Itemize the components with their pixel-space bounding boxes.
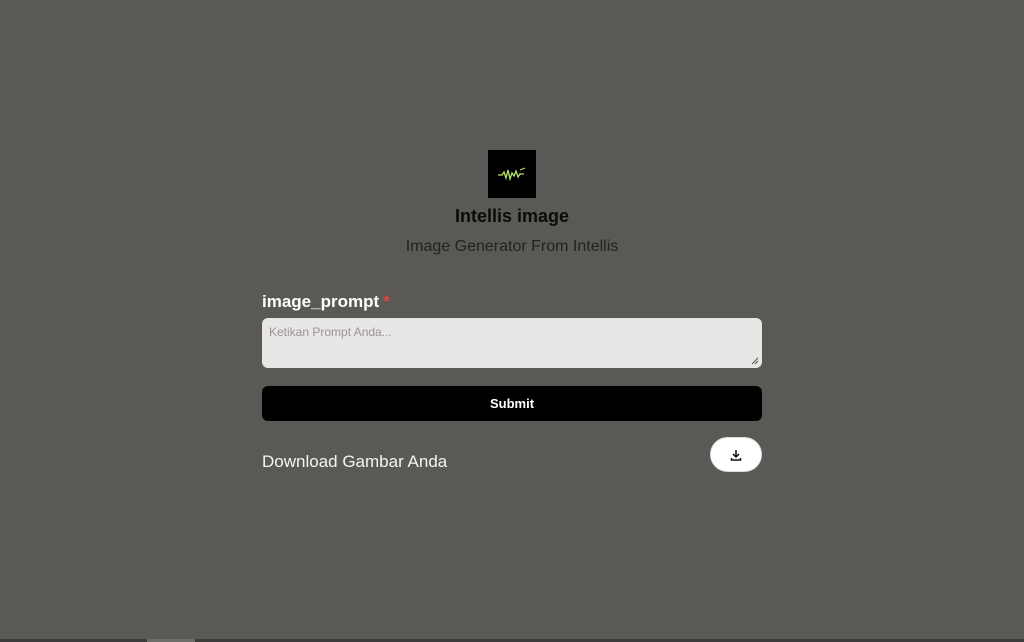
download-button[interactable] bbox=[710, 437, 762, 472]
prompt-input[interactable] bbox=[262, 318, 762, 368]
submit-button[interactable]: Submit bbox=[262, 386, 762, 421]
prompt-field-label: image_prompt * bbox=[262, 290, 762, 314]
app-header: Intellis image Image Generator From Inte… bbox=[0, 150, 1024, 257]
prompt-label-text: image_prompt bbox=[262, 292, 380, 311]
app-subtitle: Image Generator From Intellis bbox=[405, 238, 619, 255]
resize-handle-icon[interactable] bbox=[751, 357, 759, 365]
intellis-logo-icon bbox=[488, 150, 536, 198]
prompt-form: image_prompt* Submit Download Gambar And… bbox=[262, 290, 762, 477]
download-row: Download Gambar Anda bbox=[262, 437, 762, 477]
download-icon bbox=[730, 449, 742, 461]
required-mark: * bbox=[383, 292, 390, 311]
download-label: Download Gambar Anda bbox=[262, 452, 448, 471]
app-title: Intellis image bbox=[454, 206, 570, 226]
prompt-input-wrapper bbox=[262, 318, 762, 368]
app-page: Intellis image Image Generator From Inte… bbox=[0, 0, 1024, 642]
